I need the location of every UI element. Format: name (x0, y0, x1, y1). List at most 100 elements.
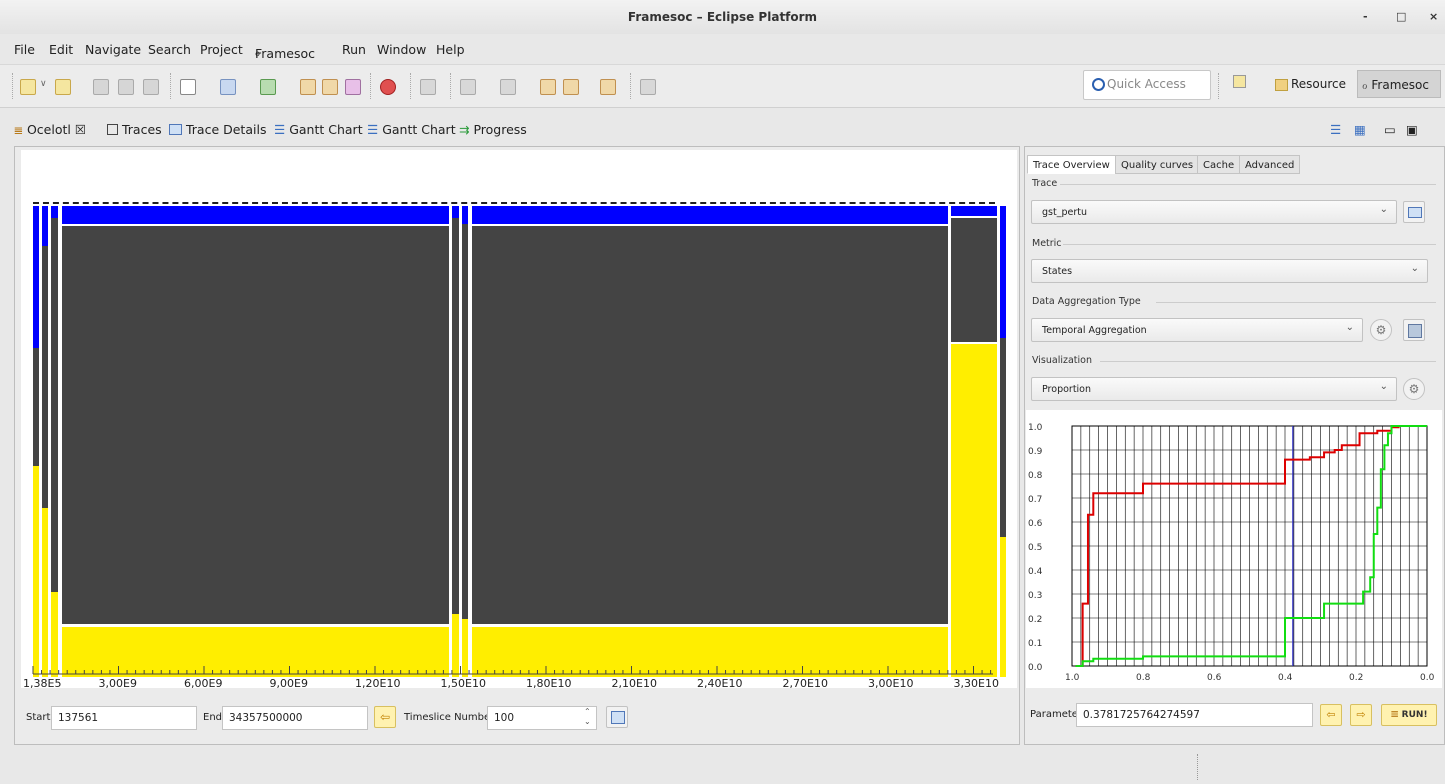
prev-annotation-icon[interactable] (500, 79, 516, 95)
toolbar-separator (170, 73, 172, 99)
palette-icon[interactable] (345, 79, 361, 95)
chevron-down-icon[interactable]: ∨ (40, 79, 47, 93)
timeslice-input[interactable]: 100 (487, 706, 597, 730)
tab-ocelotl[interactable]: 𝌆 Ocelotl ☒ (14, 122, 86, 137)
previous-parameter-button[interactable]: ⇦ (1320, 704, 1342, 726)
run-icon[interactable] (380, 79, 396, 95)
tab-traces[interactable]: Traces (107, 122, 162, 137)
aggregate-idle[interactable] (472, 226, 948, 624)
maximize-button[interactable]: □ (1396, 10, 1406, 23)
aggregation-label: Data Aggregation Type (1032, 296, 1141, 307)
menu-file[interactable]: File (14, 42, 35, 57)
minimize-view-icon[interactable]: ▭ (1384, 122, 1396, 137)
trace-select[interactable]: gst_pertu ⌄ (1031, 200, 1397, 224)
settings-table-button[interactable] (606, 706, 628, 728)
import-icon[interactable] (260, 79, 276, 95)
perspective-resource[interactable]: Resource (1275, 70, 1346, 98)
run-button[interactable]: 𝌆 RUN! (1381, 704, 1437, 726)
new-project-icon[interactable] (55, 79, 71, 95)
aggregate-idle[interactable] (42, 246, 48, 508)
aggregate-other[interactable] (33, 466, 39, 677)
table-view-icon[interactable]: ▦ (1354, 122, 1366, 137)
aggregate-running[interactable] (33, 206, 39, 348)
save-all-icon[interactable] (118, 79, 134, 95)
minimize-button[interactable]: - (1363, 10, 1368, 23)
next-parameter-button[interactable]: ⇨ (1350, 704, 1372, 726)
quick-access-input[interactable]: Quick Access (1083, 70, 1211, 100)
aggregate-running[interactable] (1000, 206, 1006, 338)
tab-progress[interactable]: ⇉ Progress (459, 122, 527, 137)
tab-quality-curves[interactable]: Quality curves (1115, 155, 1200, 174)
perspective-framesoc[interactable]: ℴ Framesoc (1357, 70, 1441, 98)
time-axis-tick-label: 1,38E5 (23, 677, 62, 690)
aggregation-select[interactable]: Temporal Aggregation ⌄ (1031, 318, 1363, 342)
back-icon[interactable] (563, 79, 579, 95)
aggregate-running[interactable] (951, 206, 997, 216)
save-icon[interactable] (93, 79, 109, 95)
forward-icon[interactable] (600, 79, 616, 95)
trace-export-icon[interactable] (322, 79, 338, 95)
aggregate-running[interactable] (472, 206, 948, 224)
outline-view-icon[interactable]: ☰ (1330, 122, 1341, 137)
new-icon[interactable] (20, 79, 36, 95)
metric-select[interactable]: States ⌄ (1031, 259, 1428, 283)
save-aggregation-button[interactable] (1403, 319, 1425, 341)
save-icon (1408, 324, 1422, 338)
tab-advanced[interactable]: Advanced (1239, 155, 1301, 174)
aggregate-idle[interactable] (62, 226, 449, 624)
time-axis-tick-label: 3,00E10 (868, 677, 914, 690)
aggregate-running[interactable] (452, 206, 459, 218)
y-tick-label: 0.9 (1028, 447, 1043, 457)
pin-icon[interactable] (420, 79, 436, 95)
close-button[interactable]: × (1429, 10, 1438, 23)
aggregation-canvas[interactable] (21, 150, 1017, 688)
menu-navigate[interactable]: Navigate (85, 42, 141, 57)
aggregate-idle[interactable] (951, 218, 997, 342)
visualization-select[interactable]: Proportion ⌄ (1031, 377, 1397, 401)
status-bar-separator (1197, 754, 1198, 780)
wand-icon[interactable] (220, 79, 236, 95)
aggregate-running[interactable] (51, 206, 58, 218)
aggregate-other[interactable] (951, 344, 997, 677)
menu-edit[interactable]: Edit (49, 42, 73, 57)
open-perspective-button[interactable] (1233, 70, 1247, 98)
aggregate-idle[interactable] (33, 348, 39, 466)
open-perspective-icon[interactable] (640, 79, 656, 95)
menu-run[interactable]: Run (342, 42, 366, 57)
next-annotation-icon[interactable] (460, 79, 476, 95)
tab-cache[interactable]: Cache (1197, 155, 1241, 174)
quality-curves-chart[interactable]: 1.0 0.9 0.8 0.7 0.6 0.5 0.4 0.3 0.2 0.1 0.0 1.0 0.8 0… (1026, 410, 1442, 688)
aggregation-settings-button[interactable]: ⚙ (1370, 319, 1392, 341)
menu-project[interactable]: Project (200, 42, 243, 57)
toolbar-separator (410, 73, 412, 99)
tab-gantt-chart-1[interactable]: ☰ Gantt Chart (274, 122, 363, 137)
menu-window[interactable]: Window (377, 42, 426, 57)
parameter-label: Parameter (1030, 709, 1083, 720)
visualization-settings-button[interactable]: ⚙ (1403, 378, 1425, 400)
menu-help[interactable]: Help (436, 42, 465, 57)
timeslice-spinner[interactable]: ⌃ ⌄ (584, 707, 591, 727)
trace-icon[interactable] (300, 79, 316, 95)
load-trace-button[interactable] (1403, 201, 1425, 223)
menu-search[interactable]: Search (148, 42, 191, 57)
aggregate-running[interactable] (42, 206, 48, 246)
maximize-view-icon[interactable]: ▣ (1406, 122, 1418, 137)
last-edit-icon[interactable] (540, 79, 556, 95)
reset-time-button[interactable]: ⇦ (374, 706, 396, 728)
aggregate-idle[interactable] (462, 224, 468, 619)
tab-trace-details[interactable]: Trace Details (169, 122, 266, 137)
parameter-input[interactable]: 0.3781725764274597 (1076, 703, 1313, 727)
y-tick-label: 0.7 (1028, 495, 1042, 505)
aggregate-idle[interactable] (452, 218, 459, 614)
gear-icon: ⚙ (1375, 323, 1387, 337)
end-input[interactable]: 34357500000 (222, 706, 368, 730)
aggregate-idle[interactable] (1000, 338, 1006, 537)
print-icon[interactable] (143, 79, 159, 95)
new-file-icon[interactable] (180, 79, 196, 95)
aggregate-running[interactable] (62, 206, 449, 224)
start-input[interactable]: 137561 (51, 706, 197, 730)
tab-gantt-chart-2[interactable]: ☰ Gantt Chart (367, 122, 456, 137)
aggregate-running[interactable] (462, 206, 468, 224)
tab-trace-overview[interactable]: Trace Overview (1027, 155, 1116, 174)
aggregate-idle[interactable] (51, 218, 58, 592)
